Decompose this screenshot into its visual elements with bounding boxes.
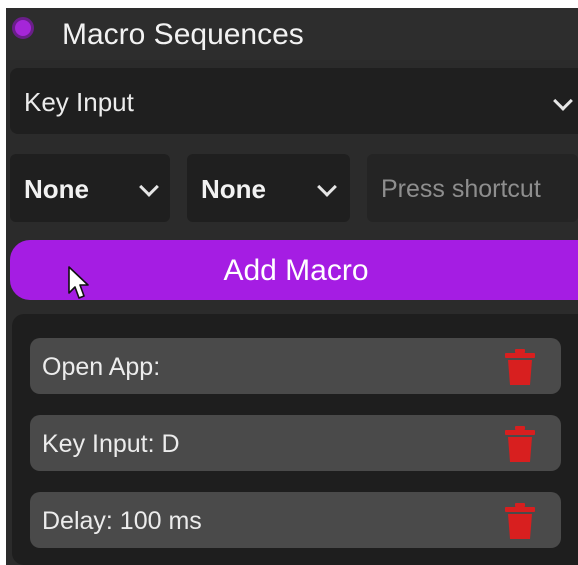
add-macro-button[interactable]: Add Macro — [10, 240, 578, 300]
macro-list-item[interactable]: Delay: 100 ms — [30, 492, 561, 548]
mouse-pointer-icon — [68, 266, 89, 299]
trash-icon[interactable] — [504, 503, 536, 539]
record-dot-icon — [12, 17, 34, 39]
panel-title: Macro Sequences — [62, 18, 304, 51]
macro-list-item[interactable]: Open App: — [30, 338, 561, 394]
macro-item-label: Delay: 100 ms — [42, 507, 202, 535]
chevron-down-icon — [317, 177, 337, 197]
macro-panel: Macro Sequences Key Input None None Pres… — [6, 8, 578, 565]
trash-icon[interactable] — [504, 349, 536, 385]
macro-list-item[interactable]: Key Input: D — [30, 415, 561, 471]
modifier-2-dropdown[interactable]: None — [187, 154, 350, 222]
shortcut-placeholder: Press shortcut — [381, 175, 541, 203]
modifier-1-dropdown[interactable]: None — [10, 154, 170, 222]
modifier-1-value: None — [24, 174, 89, 204]
action-type-dropdown[interactable]: Key Input — [10, 68, 578, 134]
modifier-2-value: None — [201, 174, 266, 204]
macro-item-label: Open App: — [42, 353, 161, 381]
panel-header: Macro Sequences — [6, 8, 578, 60]
chevron-down-icon — [139, 177, 159, 197]
shortcut-input[interactable]: Press shortcut — [367, 154, 578, 222]
add-macro-label: Add Macro — [223, 254, 369, 287]
action-type-value: Key Input — [24, 87, 134, 117]
macro-list: Open App: Key Input: D Delay: 100 ms — [12, 314, 578, 565]
macro-item-label: Key Input: D — [42, 430, 180, 458]
chevron-down-icon — [553, 91, 573, 111]
trash-icon[interactable] — [504, 426, 536, 462]
